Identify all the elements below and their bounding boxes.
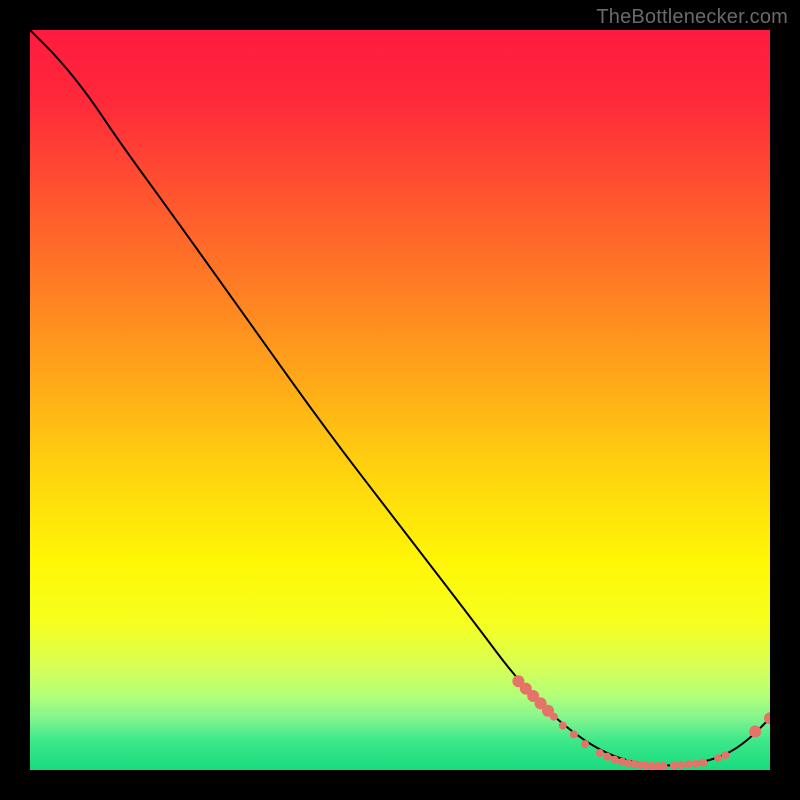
sample-point: [670, 761, 678, 769]
chart-plot-area: [30, 30, 770, 770]
sample-point: [559, 722, 567, 730]
sample-point: [659, 762, 667, 770]
sample-point: [685, 760, 693, 768]
chart-svg: [30, 30, 770, 770]
sample-point: [722, 751, 730, 759]
sample-point: [611, 756, 619, 764]
sample-point: [570, 730, 578, 738]
sample-point: [677, 761, 685, 769]
sample-point: [714, 754, 722, 762]
chart-stage: TheBottlenecker.com: [0, 0, 800, 800]
sample-point: [749, 726, 761, 738]
sample-point: [550, 713, 558, 721]
sample-point: [596, 749, 604, 757]
watermark-text: TheBottlenecker.com: [596, 6, 788, 29]
sample-point: [603, 753, 611, 761]
sample-point: [581, 740, 589, 748]
chart-background: [30, 30, 770, 770]
sample-point: [692, 760, 700, 768]
sample-point: [699, 759, 707, 767]
